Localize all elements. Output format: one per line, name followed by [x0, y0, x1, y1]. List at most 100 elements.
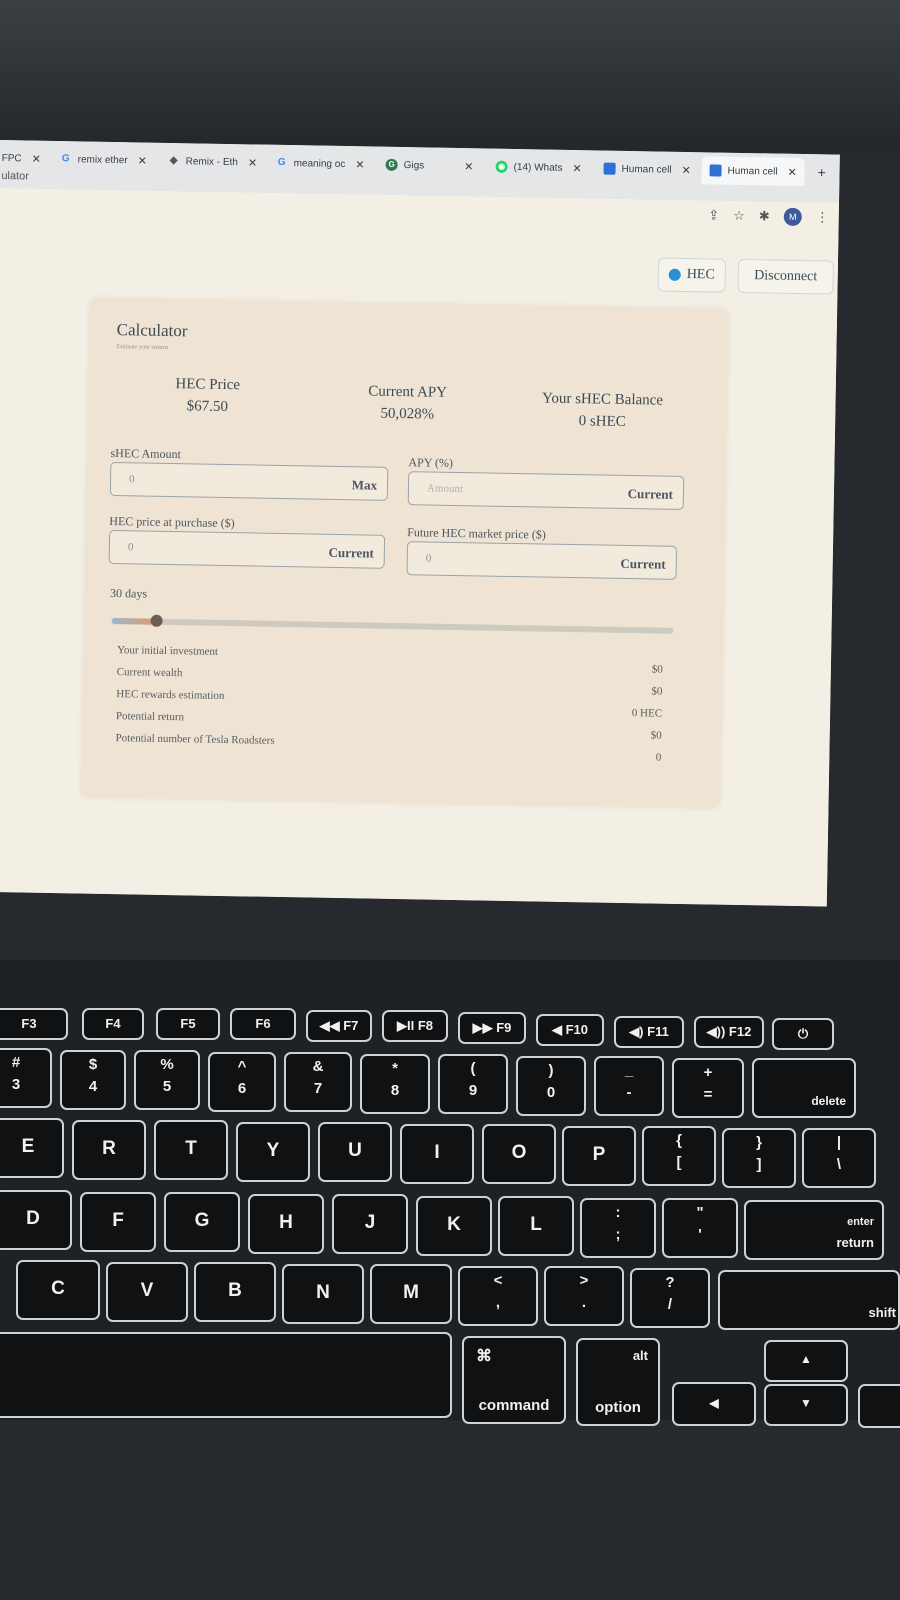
key-delete[interactable]: delete	[752, 1058, 856, 1118]
key-c[interactable]: C	[16, 1260, 100, 1320]
key-f5[interactable]: F5	[156, 1008, 220, 1040]
key-arrow-left[interactable]: ◀	[672, 1382, 756, 1426]
close-icon[interactable]: ✕	[464, 160, 473, 173]
browser-tab[interactable]: G remix ether ✕	[59, 147, 147, 173]
apy-input[interactable]: Amount Current	[407, 471, 685, 510]
key-7[interactable]: & 7	[284, 1052, 352, 1112]
key-8[interactable]: * 8	[360, 1054, 430, 1114]
key-semicolon[interactable]: :;	[580, 1198, 656, 1258]
browser-tab[interactable]: FPC ✕	[1, 146, 41, 171]
key-f4[interactable]: F4	[82, 1008, 144, 1040]
key-minus[interactable]: _ -	[594, 1056, 664, 1116]
key-9[interactable]: (9	[438, 1054, 508, 1114]
key-equals[interactable]: + =	[672, 1058, 744, 1118]
key-f3[interactable]: F3	[0, 1008, 68, 1040]
key-n[interactable]: N	[282, 1264, 364, 1324]
disconnect-button[interactable]: Disconnect	[737, 258, 835, 295]
key-o[interactable]: O	[482, 1124, 556, 1184]
close-icon[interactable]: ✕	[572, 161, 581, 174]
key-arrow-down[interactable]: ▼	[764, 1384, 848, 1426]
key-t[interactable]: T	[154, 1120, 228, 1180]
result-label: HEC rewards estimation	[116, 688, 225, 703]
key-f[interactable]: F	[80, 1192, 156, 1252]
close-icon[interactable]: ✕	[248, 156, 257, 169]
key-label: ◀ F10	[551, 1022, 588, 1037]
key-f11[interactable]: ◀) F11	[614, 1016, 684, 1048]
key-upper: )	[548, 1062, 554, 1079]
key-return[interactable]: enter return	[744, 1200, 884, 1260]
key-option[interactable]: alt option	[576, 1338, 660, 1426]
browser-tab[interactable]: ◆ Remix - Eth ✕	[167, 149, 257, 175]
key-m[interactable]: M	[370, 1264, 452, 1324]
key-0[interactable]: ) 0	[516, 1056, 586, 1116]
key-period[interactable]: >.	[544, 1266, 624, 1326]
shec-amount-input[interactable]: 0 Max	[109, 461, 389, 501]
network-label: HEC	[686, 267, 715, 283]
network-button[interactable]: HEC	[657, 257, 727, 293]
key-command[interactable]: ⌘ command	[462, 1336, 566, 1424]
profile-avatar[interactable]: M	[783, 207, 802, 227]
key-y[interactable]: Y	[236, 1122, 310, 1182]
key-6[interactable]: ^ 6	[208, 1052, 276, 1112]
key-h[interactable]: H	[248, 1194, 324, 1254]
key-shift[interactable]: shift	[718, 1270, 900, 1330]
key-k[interactable]: K	[416, 1196, 492, 1256]
key-l[interactable]: L	[498, 1196, 574, 1256]
new-tab-button[interactable]: +	[817, 160, 826, 184]
key-3[interactable]: #3	[0, 1048, 52, 1108]
key-f12[interactable]: ◀)) F12	[694, 1016, 764, 1048]
browser-tab[interactable]: Human cell ✕	[603, 157, 691, 183]
key-p[interactable]: P	[562, 1126, 636, 1186]
key-label: M	[403, 1282, 419, 1303]
share-icon[interactable]: ⇪	[708, 207, 719, 223]
key-arrow-up[interactable]: ▲	[764, 1340, 848, 1382]
key-e[interactable]: E	[0, 1118, 64, 1178]
key-b[interactable]: B	[194, 1262, 276, 1322]
key-5[interactable]: % 5	[134, 1050, 200, 1110]
key-f7[interactable]: ◀◀ F7	[306, 1010, 372, 1042]
key-right-bracket[interactable]: }]	[722, 1128, 796, 1188]
key-arrow-right[interactable]	[858, 1384, 900, 1428]
key-d[interactable]: D	[0, 1190, 72, 1250]
close-icon[interactable]: ✕	[355, 158, 364, 171]
key-f10[interactable]: ◀ F10	[536, 1014, 604, 1046]
key-lower: '	[698, 1226, 702, 1243]
close-icon[interactable]: ✕	[32, 152, 41, 165]
apy-current-button[interactable]: Current	[628, 486, 674, 503]
key-f8[interactable]: ▶II F8	[382, 1010, 448, 1042]
menu-dots-icon[interactable]: ⋮	[816, 209, 829, 225]
days-slider[interactable]	[111, 614, 674, 634]
browser-tab[interactable]: G meaning oc ✕	[275, 151, 365, 177]
close-icon[interactable]: ✕	[681, 163, 690, 176]
future-current-button[interactable]: Current	[620, 556, 666, 573]
future-price-input[interactable]: 0 Current	[406, 541, 678, 580]
max-button[interactable]: Max	[352, 477, 378, 493]
close-icon[interactable]: ✕	[787, 165, 796, 178]
key-g[interactable]: G	[164, 1192, 240, 1252]
key-comma[interactable]: <,	[458, 1266, 538, 1326]
key-backslash[interactable]: | \	[802, 1128, 876, 1188]
key-upper: +	[703, 1064, 713, 1081]
close-icon[interactable]: ✕	[138, 154, 147, 167]
extensions-icon[interactable]: ✱	[759, 208, 770, 224]
key-f9[interactable]: ▶▶ F9	[458, 1012, 526, 1044]
browser-tab[interactable]: G Gigs ✕	[385, 153, 473, 179]
browser-tab[interactable]: ◉ (14) Whats ✕	[495, 155, 582, 180]
purchase-current-button[interactable]: Current	[328, 545, 374, 562]
key-left-bracket[interactable]: {[	[642, 1126, 716, 1186]
key-f6[interactable]: F6	[230, 1008, 296, 1040]
key-quote[interactable]: " '	[662, 1198, 738, 1258]
key-u[interactable]: U	[318, 1122, 392, 1182]
key-i[interactable]: I	[400, 1124, 474, 1184]
key-r[interactable]: R	[72, 1120, 146, 1180]
bookmark-star-icon[interactable]: ☆	[733, 208, 745, 224]
key-slash[interactable]: ? /	[630, 1268, 710, 1328]
key-j[interactable]: J	[332, 1194, 408, 1254]
key-space[interactable]	[0, 1332, 452, 1418]
key-4[interactable]: $4	[60, 1050, 126, 1110]
key-v[interactable]: V	[106, 1262, 188, 1322]
key-power[interactable]: ⏻	[772, 1018, 834, 1050]
key-upper: }	[756, 1134, 762, 1151]
slider-thumb[interactable]	[150, 614, 163, 627]
purchase-price-input[interactable]: 0 Current	[108, 529, 386, 569]
